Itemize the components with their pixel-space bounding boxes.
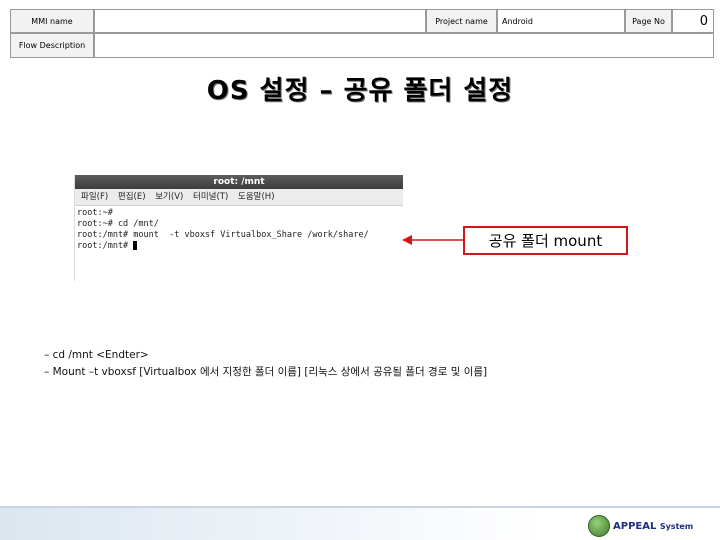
terminal-line-current: root:/mnt#	[77, 241, 403, 252]
menu-item-terminal[interactable]: 터미널(T)	[193, 192, 228, 202]
page-no-value: 0	[672, 9, 714, 33]
menu-item-help[interactable]: 도움말(H)	[238, 192, 274, 202]
logo-text: APPEAL System	[613, 521, 693, 532]
project-name-value: Android	[497, 9, 625, 33]
menu-item-file[interactable]: 파일(F)	[81, 192, 108, 202]
company-logo: APPEAL System	[588, 515, 693, 537]
cursor-icon	[133, 241, 138, 250]
terminal-title: root: /mnt	[75, 175, 403, 189]
project-name-label: Project name	[426, 9, 497, 33]
terminal-menubar: 파일(F) 편집(E) 보기(V) 터미널(T) 도움말(H)	[75, 189, 403, 206]
logo-sub-text: System	[659, 521, 694, 531]
terminal-screenshot: root: /mnt 파일(F) 편집(E) 보기(V) 터미널(T) 도움말(…	[74, 175, 403, 281]
page-title: OS 설정 – 공유 폴더 설정	[206, 76, 514, 106]
terminal-output[interactable]: root:~# root:~# cd /mnt/root:/mnt# mount …	[75, 206, 403, 252]
terminal-line: root:~#	[77, 208, 113, 218]
logo-main-text: APPEAL	[613, 520, 657, 532]
description-line: – cd /mnt <Endter>	[44, 349, 149, 361]
terminal-line: root:/mnt# mount -t vboxsf Virtualbox_Sh…	[77, 230, 369, 240]
menu-item-edit[interactable]: 편집(E)	[118, 192, 146, 202]
terminal-line: root:~# cd /mnt/	[77, 219, 159, 229]
footer-divider	[0, 506, 720, 508]
description-list: – cd /mnt <Endter> – Mount –t vboxsf [Vi…	[44, 347, 487, 381]
header-table: MMI name Project name Android Page No 0 …	[10, 9, 714, 58]
mmi-name-value	[94, 9, 426, 33]
menu-item-view[interactable]: 보기(V)	[155, 192, 183, 202]
page-no-label: Page No	[625, 9, 672, 33]
flow-description-value	[94, 33, 714, 58]
callout-box: 공유 폴더 mount	[463, 226, 628, 255]
terminal-prompt: root:/mnt#	[77, 241, 134, 251]
mmi-name-label: MMI name	[10, 9, 94, 33]
logo-emblem-icon	[588, 515, 610, 537]
arrow-icon	[402, 235, 463, 245]
description-line: – Mount –t vboxsf [Virtualbox 에서 지정한 폴더 …	[44, 366, 488, 378]
flow-description-label: Flow Description	[10, 33, 94, 58]
